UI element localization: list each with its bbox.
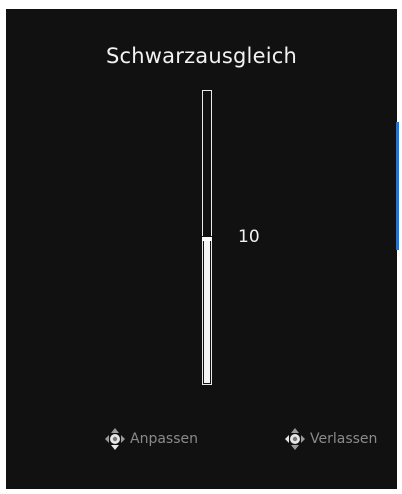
menu-accent-bar: [396, 122, 399, 250]
hint-adjust: Anpassen: [103, 427, 198, 451]
hint-adjust-label: Anpassen: [130, 431, 198, 447]
joystick-updown-icon: [105, 428, 125, 450]
joystick-left-icon: [285, 428, 305, 450]
hint-exit: Verlassen: [283, 427, 377, 451]
black-stabilization-slider[interactable]: [202, 90, 212, 385]
slider-value: 10: [238, 227, 260, 247]
slider-fill: [204, 238, 210, 383]
hint-exit-label: Verlassen: [310, 431, 378, 447]
slider-thumb[interactable]: [202, 236, 212, 241]
osd-panel: Schwarzausgleich 10 Anpassen Verlassen: [6, 9, 399, 489]
page-title: Schwarzausgleich: [106, 44, 297, 68]
